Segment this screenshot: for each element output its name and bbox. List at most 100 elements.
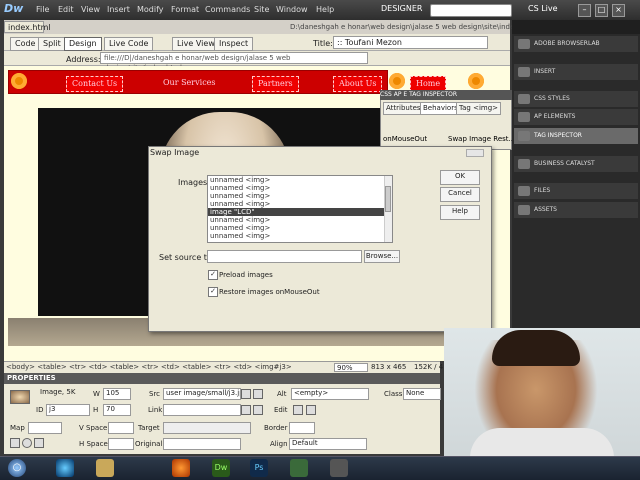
behavior-event[interactable]: onMouseOut	[383, 135, 427, 143]
source-input[interactable]	[207, 250, 362, 263]
panel-tag-inspector[interactable]: TAG INSPECTOR	[514, 128, 638, 144]
edit-settings-icon[interactable]	[306, 405, 316, 415]
id-input[interactable]: j3	[46, 404, 90, 416]
workspace-switcher[interactable]: DESIGNER	[381, 4, 422, 13]
address-input[interactable]: file:///D|/daneshgah e honar/web design/…	[100, 52, 368, 72]
properties-header[interactable]: PROPERTIES	[4, 373, 440, 384]
design-view-button[interactable]: Design	[64, 37, 102, 51]
class-select[interactable]: None	[403, 388, 441, 400]
menu-commands[interactable]: Commands	[205, 5, 250, 14]
nav-partners[interactable]: Partners	[252, 76, 299, 92]
live-code-button[interactable]: Live Code	[104, 37, 154, 51]
height-input[interactable]: 70	[103, 404, 131, 416]
address-label: Address:	[66, 55, 101, 64]
restore-checkbox[interactable]: ✓	[208, 287, 218, 297]
menu-view[interactable]: View	[81, 5, 100, 14]
menu-site[interactable]: Site	[254, 5, 269, 14]
photoshop-edit-icon[interactable]	[293, 405, 303, 415]
list-item[interactable]: unnamed <img>	[208, 192, 392, 200]
nav-about-us[interactable]: About Us	[333, 76, 383, 92]
menu-format[interactable]: Format	[171, 5, 199, 14]
menu-window[interactable]: Window	[276, 5, 308, 14]
nav-our-services[interactable]: Our Services	[163, 76, 216, 90]
tag-selector[interactable]: <body> <table> <tr> <td> <table> <tr> <t…	[6, 363, 292, 371]
point-to-file-icon[interactable]	[241, 405, 251, 415]
split-view-button[interactable]: Split	[38, 37, 66, 51]
point-to-file-icon[interactable]	[241, 389, 251, 399]
photoshop-icon[interactable]: Ps	[250, 459, 268, 477]
tab-index-html[interactable]: index.html	[4, 21, 51, 33]
dreamweaver-icon[interactable]: Dw	[212, 459, 230, 477]
ok-button[interactable]: OK	[440, 170, 480, 185]
firefox-icon[interactable]	[172, 459, 190, 477]
browse-button[interactable]: Browse...	[364, 250, 400, 263]
list-item[interactable]: unnamed <img>	[208, 176, 392, 184]
list-item[interactable]: unnamed <img>	[208, 224, 392, 232]
menu-edit[interactable]: Edit	[58, 5, 74, 14]
tab-tag-img[interactable]: Tag <img>	[456, 102, 502, 115]
panel-ap-elements[interactable]: AP ELEMENTS	[514, 109, 638, 125]
menu-help[interactable]: Help	[316, 5, 334, 14]
panel-assets[interactable]: ASSETS	[514, 202, 638, 218]
close-icon[interactable]	[466, 149, 484, 157]
link-input[interactable]	[163, 404, 241, 416]
app-icon[interactable]	[330, 459, 348, 477]
preload-checkbox[interactable]: ✓	[208, 270, 218, 280]
live-view-button[interactable]: Live View	[172, 37, 220, 51]
windows-icon[interactable]	[290, 459, 308, 477]
file-explorer-icon[interactable]	[96, 459, 114, 477]
border-input[interactable]	[289, 422, 315, 434]
rect-hotspot-icon[interactable]	[10, 438, 20, 448]
zoom-select[interactable]: 90%	[334, 363, 368, 372]
list-item[interactable]: unnamed <img>	[208, 184, 392, 192]
alt-select[interactable]: <empty>	[291, 388, 369, 400]
circle-hotspot-icon[interactable]	[22, 438, 32, 448]
window-size[interactable]: 813 x 465	[371, 363, 406, 371]
menu-modify[interactable]: Modify	[137, 5, 164, 14]
panel-css-styles[interactable]: CSS STYLES	[514, 91, 638, 107]
cs-live-button[interactable]: CS Live	[528, 4, 558, 13]
tab-behaviors[interactable]: Behaviors	[420, 102, 461, 115]
panel-tab-tag-inspector[interactable]: TAG INSPECTOR	[409, 91, 457, 98]
panel-insert[interactable]: INSERT	[514, 64, 638, 80]
panel-files[interactable]: FILES	[514, 183, 638, 199]
original-input[interactable]	[163, 438, 241, 450]
title-input[interactable]: :: Toufani Mezon	[333, 36, 488, 49]
vspace-input[interactable]	[108, 422, 134, 434]
help-button[interactable]: Help	[440, 205, 480, 220]
images-list[interactable]: unnamed <img> unnamed <img> unnamed <img…	[207, 175, 393, 243]
close-icon[interactable]: ×	[612, 4, 625, 17]
start-button[interactable]: ○	[8, 459, 26, 477]
map-input[interactable]	[28, 422, 62, 434]
maximize-icon[interactable]: □	[595, 4, 608, 17]
code-view-button[interactable]: Code	[10, 37, 41, 51]
inspect-button[interactable]: Inspect	[214, 37, 254, 51]
panel-adobe-browserlab[interactable]: ADOBE BROWSERLAB	[514, 36, 638, 52]
minimize-icon[interactable]: –	[578, 4, 591, 17]
panel-business-catalyst[interactable]: BUSINESS CATALYST	[514, 156, 638, 172]
target-select[interactable]	[163, 422, 251, 434]
menu-file[interactable]: File	[36, 5, 49, 14]
list-item[interactable]: unnamed <img>	[208, 216, 392, 224]
align-select[interactable]: Default	[289, 438, 367, 450]
panel-tab-ap[interactable]: AP E	[394, 91, 407, 98]
hspace-input[interactable]	[108, 438, 134, 450]
list-item-selected[interactable]: image "LCD"	[208, 208, 392, 216]
nav-contact-us[interactable]: Contact Us	[66, 76, 124, 92]
cancel-button[interactable]: Cancel	[440, 187, 480, 202]
list-item[interactable]: unnamed <img>	[208, 200, 392, 208]
internet-explorer-icon[interactable]	[56, 459, 74, 477]
width-input[interactable]: 105	[103, 388, 131, 400]
behavior-action[interactable]: Swap Image Rest...	[448, 135, 515, 143]
tab-attributes[interactable]: Attributes	[383, 102, 424, 115]
scrollbar-thumb[interactable]	[385, 186, 391, 212]
search-input[interactable]	[430, 4, 512, 17]
list-item[interactable]: unnamed <img>	[208, 232, 392, 240]
menu-insert[interactable]: Insert	[107, 5, 130, 14]
panel-tab-css[interactable]: CSS	[380, 91, 392, 98]
folder-icon[interactable]	[253, 405, 263, 415]
folder-icon[interactable]	[253, 389, 263, 399]
src-input[interactable]: user image/small/j3.jpg	[163, 388, 241, 400]
restore-label: Restore images onMouseOut	[219, 288, 320, 296]
polygon-hotspot-icon[interactable]	[34, 438, 44, 448]
